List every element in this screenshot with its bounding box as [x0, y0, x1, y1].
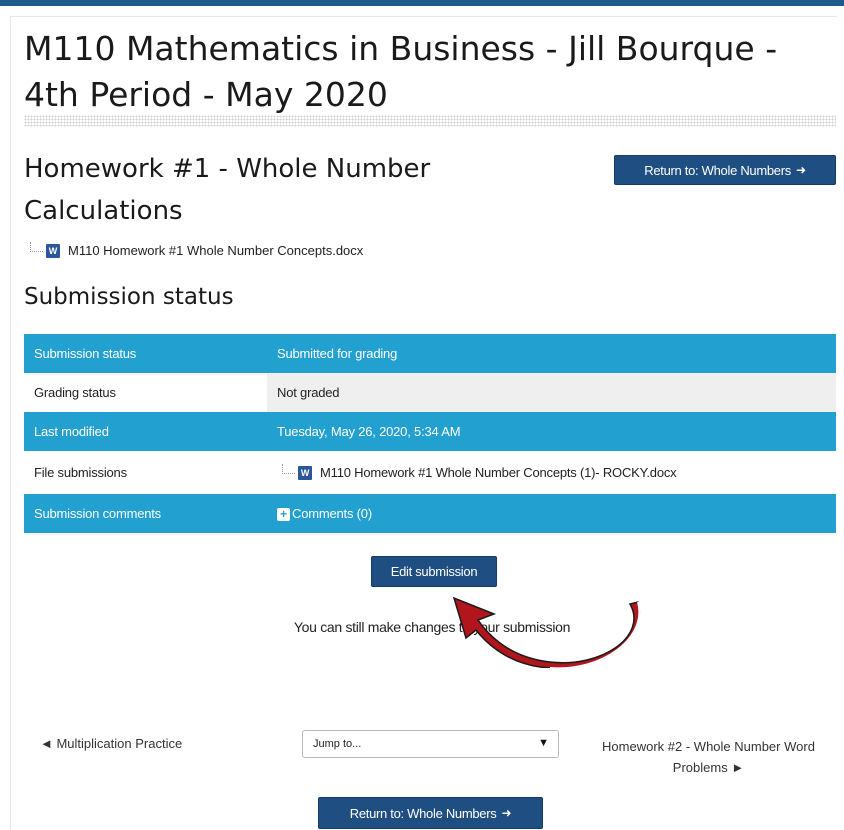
comments-link[interactable]: Comments (0) [292, 506, 372, 521]
row-value: Tuesday, May 26, 2020, 5:34 AM [267, 412, 836, 451]
submission-status-heading: Submission status [24, 284, 234, 310]
submitted-file-link[interactable]: M110 Homework #1 Whole Number Concepts (… [320, 465, 677, 480]
arrow-right-icon: ➜ [501, 806, 512, 820]
annotation-curved-arrow [452, 596, 641, 668]
row-label: Submission status [24, 334, 267, 373]
edit-submission-button[interactable]: Edit submission [371, 556, 497, 587]
return-button-label: Return to: Whole Numbers [349, 805, 497, 821]
tree-connector [30, 241, 43, 252]
submission-status-table: Submission status Submitted for grading … [24, 334, 836, 533]
return-to-section-button[interactable]: Return to: Whole Numbers ➜ [614, 155, 836, 185]
table-row: File submissions W M110 Homework #1 Whol… [24, 451, 836, 494]
return-to-section-button-bottom[interactable]: Return to: Whole Numbers ➜ [318, 797, 543, 829]
comments-cell: + Comments (0) [267, 494, 836, 533]
course-title: M110 Mathematics in Business - Jill Bour… [24, 29, 778, 114]
file-submission-cell: W M110 Homework #1 Whole Number Concepts… [267, 451, 836, 494]
table-row: Submission comments + Comments (0) [24, 494, 836, 533]
jump-to-select[interactable]: Jump to... ▼ [302, 730, 559, 758]
word-doc-icon: W [298, 465, 312, 480]
return-button-label: Return to: Whole Numbers [644, 162, 791, 178]
row-label: File submissions [24, 451, 267, 494]
caret-down-icon: ▼ [538, 737, 549, 749]
table-row: Last modified Tuesday, May 26, 2020, 5:3… [24, 412, 836, 451]
table-row: Submission status Submitted for grading [24, 334, 836, 373]
assignment-title: Homework #1 - Whole Number Calculations [24, 154, 431, 226]
table-row: Grading status Not graded [24, 373, 836, 412]
edit-note: You can still make changes to your submi… [293, 619, 571, 635]
prev-activity-link[interactable]: ◄ Multiplication Practice [40, 736, 182, 751]
jump-to-value: Jump to... [313, 738, 362, 750]
row-label: Grading status [24, 373, 267, 412]
row-value: Submitted for grading [267, 334, 836, 373]
plus-icon[interactable]: + [277, 507, 290, 521]
word-doc-icon: W [46, 243, 60, 258]
arrow-right-icon: ➜ [795, 163, 806, 177]
header-divider [24, 115, 836, 127]
next-activity-link[interactable]: Homework #2 - Whole Number Word Problems… [586, 736, 831, 778]
assignment-attachment[interactable]: W M110 Homework #1 Whole Number Concepts… [30, 241, 363, 258]
tree-connector [282, 463, 295, 474]
row-label: Last modified [24, 412, 267, 451]
attachment-link[interactable]: M110 Homework #1 Whole Number Concepts.d… [68, 243, 363, 258]
row-label: Submission comments [24, 494, 267, 533]
row-value: Not graded [267, 373, 836, 412]
top-accent-bar [0, 0, 844, 6]
